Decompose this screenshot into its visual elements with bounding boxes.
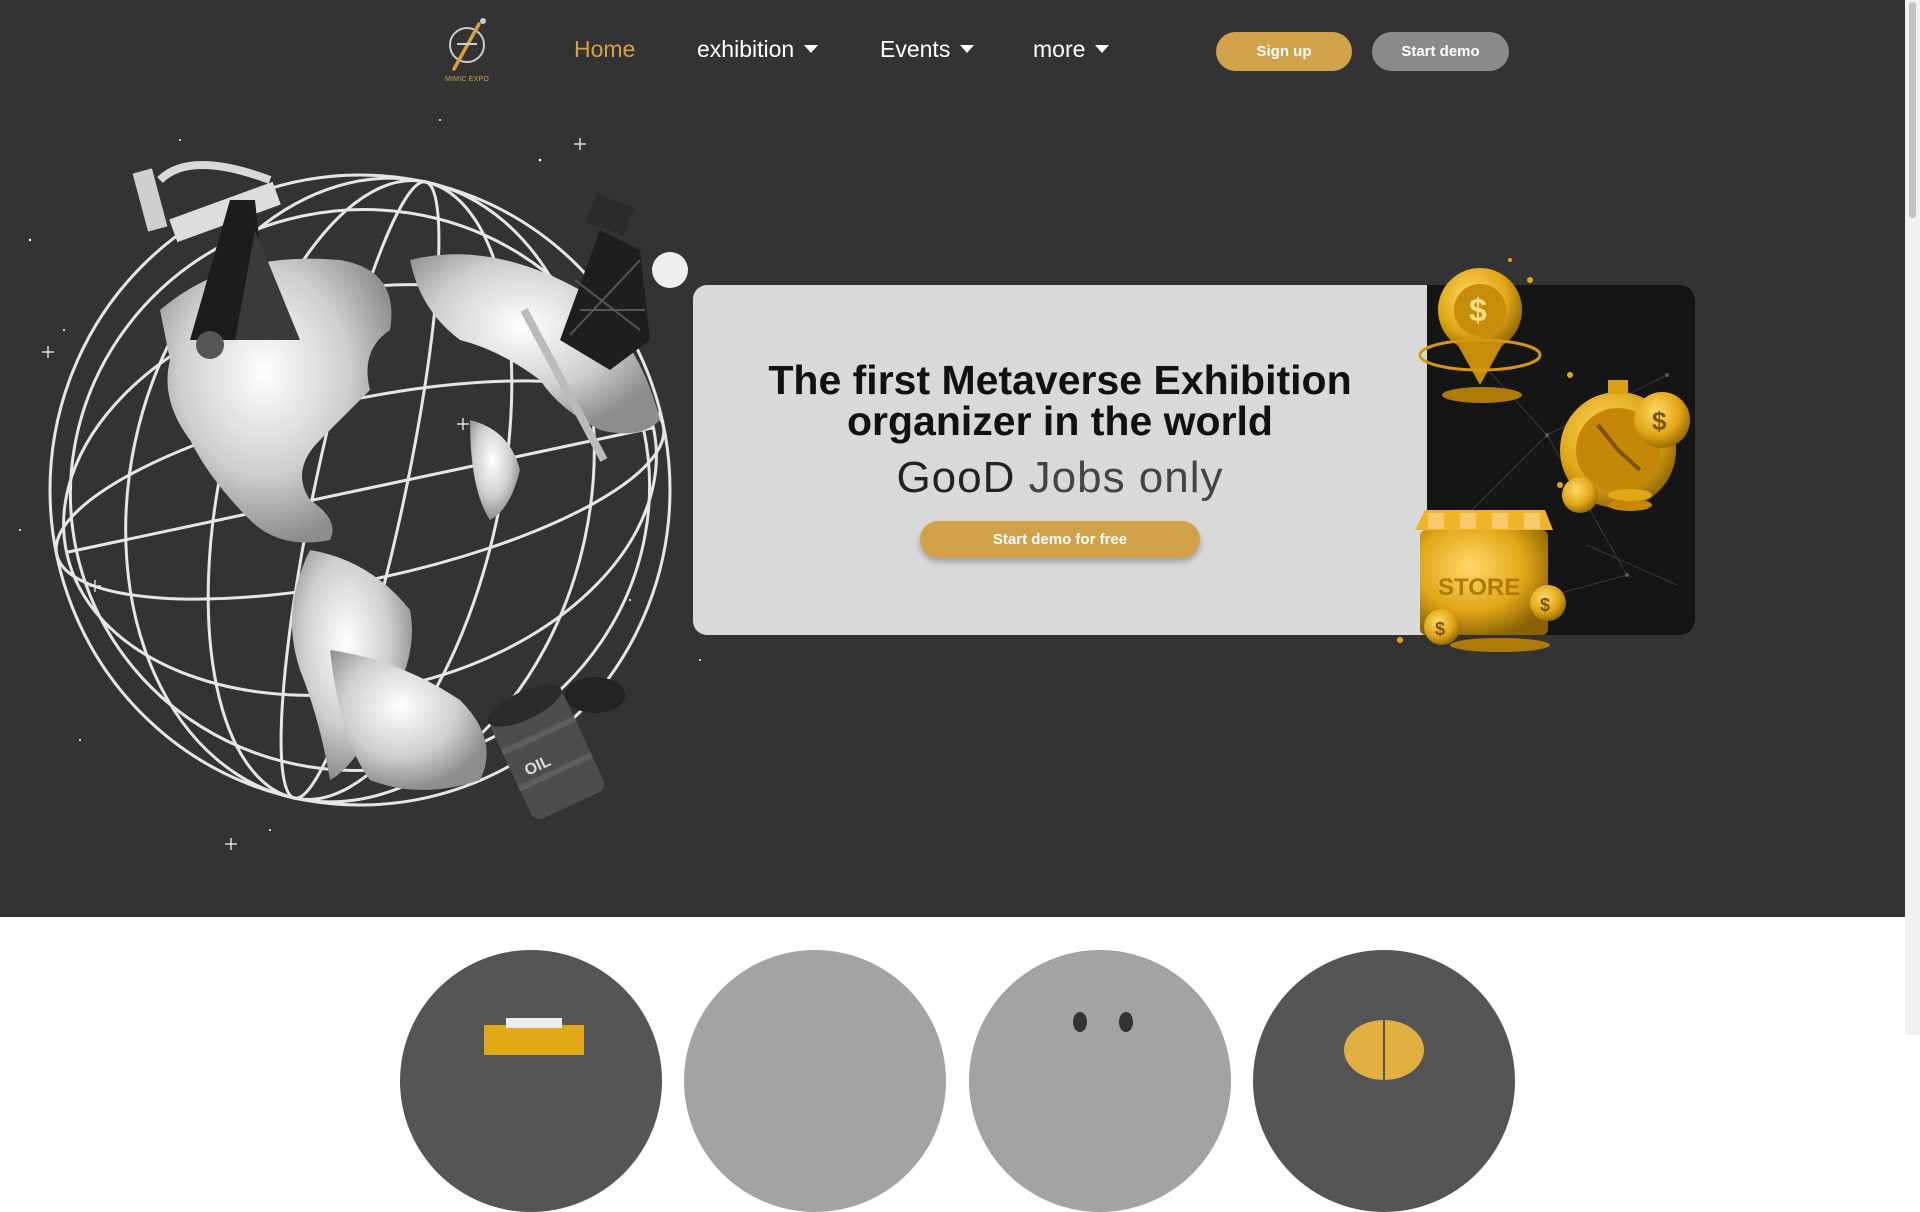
nav-exhibition-label: exhibition: [697, 36, 795, 62]
store-sign: STORE: [1438, 574, 1520, 601]
coins-store-illustration: $ $ STORE $ $: [1397, 258, 1690, 652]
start-demo-free-button[interactable]: Start demo for free: [920, 521, 1200, 558]
headline-line2: organizer in the world: [847, 398, 1273, 444]
svg-text:$: $: [1435, 619, 1445, 639]
globe-illustration: OIL: [48, 161, 720, 819]
nav-more[interactable]: more: [1033, 36, 1110, 63]
nav-home[interactable]: Home: [574, 36, 635, 63]
mimic-expo-logo-icon: [449, 18, 486, 71]
nav-home-label: Home: [574, 36, 636, 62]
tagline-brand: GooD: [896, 453, 1016, 502]
logo-text: MIMIC EXPO: [444, 76, 489, 83]
feature-circle-4[interactable]: [1253, 950, 1515, 1212]
nav-events-label: Events: [880, 36, 951, 62]
chevron-down-icon: [804, 44, 819, 53]
store-icon: [484, 1018, 584, 1055]
svg-text:$: $: [1540, 595, 1550, 615]
feature-circle-3[interactable]: [969, 950, 1231, 1212]
nav-exhibition[interactable]: exhibition: [697, 36, 819, 63]
chevron-down-icon: [1095, 44, 1110, 53]
hero-section: MIMIC EXPO Home exhibition Events more S…: [0, 0, 1905, 917]
headline-line1: The first Metaverse Exhibition: [768, 357, 1352, 403]
signup-button[interactable]: Sign up: [1216, 32, 1352, 71]
start-demo-button[interactable]: Start demo: [1372, 32, 1509, 71]
chevron-down-icon: [960, 44, 975, 53]
feature-circle-1[interactable]: [400, 950, 662, 1212]
hero-headline: The first Metaverse Exhibition organizer…: [693, 360, 1427, 442]
nav-events[interactable]: Events: [880, 36, 975, 63]
tagline-rest: Jobs only: [1028, 453, 1224, 502]
feature-circle-2[interactable]: [684, 950, 946, 1212]
page-scrollbar[interactable]: [1905, 0, 1920, 1035]
nav-more-label: more: [1033, 36, 1086, 62]
face-icon: [1073, 1012, 1133, 1032]
scrollbar-thumb[interactable]: [1909, 2, 1916, 218]
hero-tagline: GooD Jobs only: [693, 453, 1427, 503]
logo[interactable]: MIMIC EXPO: [441, 14, 493, 86]
globe-icon: [1344, 1020, 1424, 1080]
svg-text:$: $: [1652, 406, 1667, 436]
svg-text:$: $: [1469, 292, 1487, 328]
